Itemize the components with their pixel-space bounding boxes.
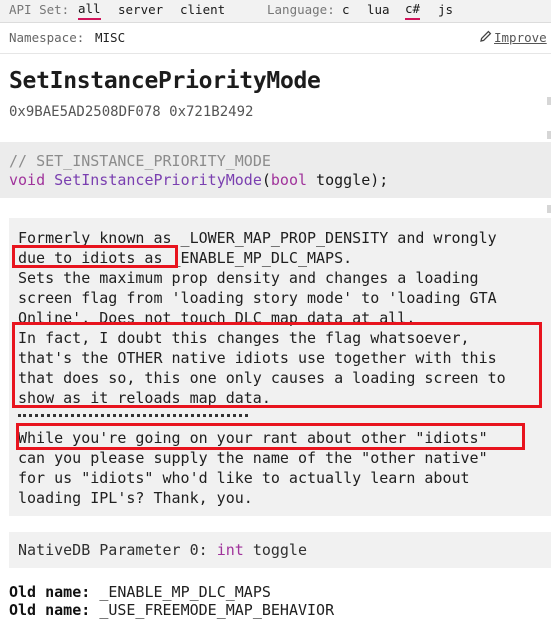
annotation-box (12, 322, 542, 408)
improve-link[interactable]: Improve (480, 23, 547, 53)
old-name-row: Old name: _ENABLE_MP_DLC_MAPS (9, 583, 334, 601)
old-names: Old name: _ENABLE_MP_DLC_MAPS Old name: … (9, 583, 334, 619)
api-set-label: API Set: (9, 2, 70, 17)
code-line: void SetInstancePriorityMode(bool toggle… (9, 171, 388, 190)
namespace-label: Namespace: (9, 30, 85, 45)
code-signature: // SET_INSTANCE_PRIORITY_MODE void SetIn… (0, 142, 551, 198)
description-line: screen flag from 'loading story mode' to… (18, 289, 497, 307)
code-param-type: bool (270, 171, 308, 189)
language-c[interactable]: c (342, 0, 350, 20)
description-line: Sets the maximum prop density and change… (18, 269, 479, 287)
horizontal-rule (18, 414, 248, 417)
old-name-row: Old name: _USE_FREEMODE_MAP_BEHAVIOR (9, 601, 334, 619)
old-name-value: _ENABLE_MP_DLC_MAPS (99, 583, 271, 601)
old-name-label: Old name: (9, 583, 91, 601)
namespace-bar: Namespace: MISC Improve (0, 23, 551, 54)
api-set-client[interactable]: client (180, 0, 225, 20)
language-label: Language: (267, 2, 335, 17)
description-line: for us "idiots" who'd like to actually l… (18, 469, 470, 487)
pencil-icon (480, 23, 494, 53)
top-bar: API Set: all server client Language: c l… (0, 0, 551, 23)
code-param-rest: toggle); (307, 171, 389, 189)
api-set-server[interactable]: server (118, 0, 163, 20)
parameter-prefix: NativeDB Parameter 0: (18, 541, 208, 559)
old-name-label: Old name: (9, 601, 91, 619)
old-name-value: _USE_FREEMODE_MAP_BEHAVIOR (99, 601, 335, 619)
parameter-block: NativeDB Parameter 0: int toggle (9, 532, 551, 568)
scroll-marker (547, 97, 551, 105)
description-line: loading IPL's? Thank, you. (18, 489, 253, 507)
api-set-all[interactable]: all (78, 0, 101, 20)
annotation-box (12, 245, 178, 268)
language-csharp[interactable]: c# (405, 0, 421, 20)
language-lua[interactable]: lua (367, 0, 390, 20)
scroll-marker (547, 131, 551, 139)
improve-label: Improve (494, 30, 547, 45)
parameter-type: int (216, 541, 244, 559)
code-open-paren: ( (261, 171, 271, 189)
annotation-box (16, 423, 525, 450)
native-hashes: 0x9BAE5AD2508DF078 0x721B2492 (9, 104, 254, 120)
parameter-text: NativeDB Parameter 0: int toggle (18, 532, 307, 568)
scroll-marker (547, 205, 551, 213)
parameter-name: toggle (252, 541, 307, 559)
code-return-type: void (9, 171, 46, 189)
page-title: SetInstancePriorityMode (9, 68, 321, 94)
code-function-name: SetInstancePriorityMode (54, 171, 262, 189)
language-js[interactable]: js (438, 0, 453, 20)
description-line: can you please supply the name of the "o… (18, 449, 488, 467)
code-comment: // SET_INSTANCE_PRIORITY_MODE (9, 152, 271, 170)
namespace-value: MISC (95, 30, 126, 45)
